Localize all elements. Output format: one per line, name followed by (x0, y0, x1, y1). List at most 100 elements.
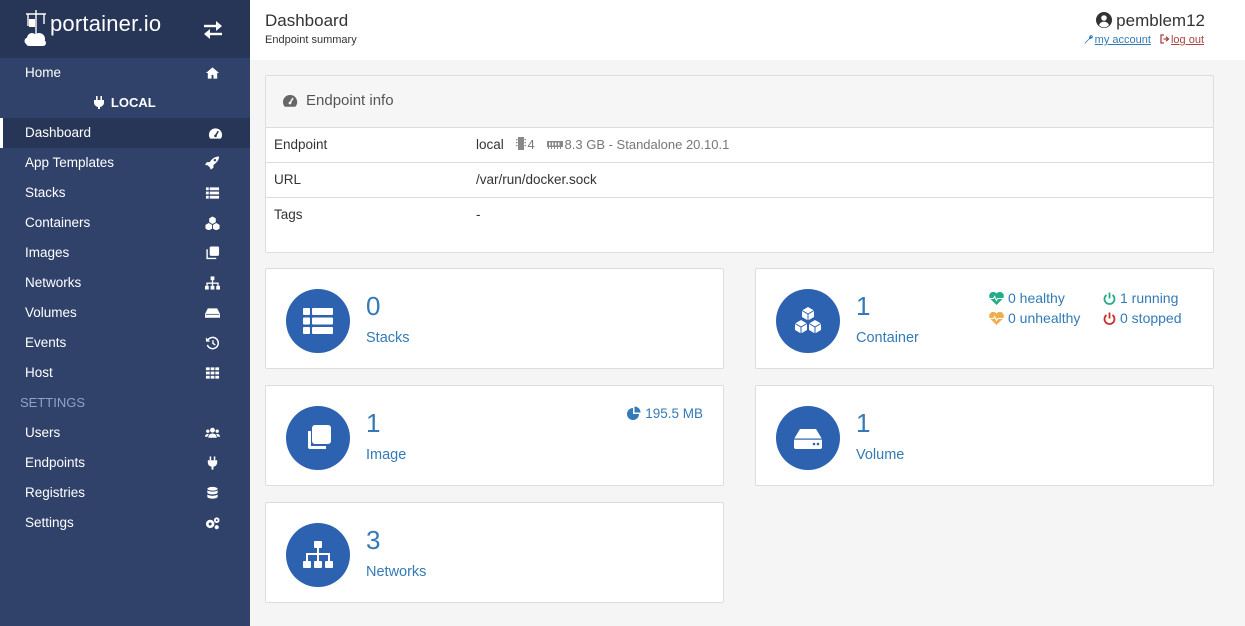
th-icon (205, 367, 220, 379)
power-off-icon (1103, 312, 1116, 325)
tags-row: Tags - (266, 198, 1213, 233)
volumes-label: Volume (856, 447, 905, 463)
sidebar-item-label: Events (25, 335, 67, 350)
sitemap-icon (205, 276, 220, 290)
home-icon (205, 67, 220, 79)
sidebar-item-label: Stacks (25, 185, 66, 200)
panel-title: Endpoint info (306, 92, 394, 109)
hdd-icon (205, 308, 220, 318)
url-value: /var/run/docker.sock (476, 172, 597, 187)
cubes-icon (205, 216, 220, 230)
top-header: Dashboard Endpoint summary pemblem12 my … (250, 0, 1245, 60)
page-subtitle: Endpoint summary (265, 34, 357, 46)
endpoint-value: local 4 8.3 GB - Standalone 20.10.1 (476, 137, 729, 152)
brand-bar: portainer.io (0, 0, 250, 58)
exchange-icon[interactable] (202, 20, 224, 40)
sidebar: portainer.io Home LOCAL Dashboard App Te… (0, 0, 250, 626)
stopped-status: 0 stopped (1103, 310, 1182, 326)
images-widget[interactable]: 1 Image 195.5 MB (265, 385, 724, 486)
microchip-icon (515, 137, 526, 150)
plug-icon (207, 456, 218, 470)
stacks-icon-circle (286, 289, 350, 353)
sidebar-item-home[interactable]: Home (0, 58, 250, 88)
sidebar-item-settings[interactable]: Settings (0, 508, 250, 538)
sidebar-item-stacks[interactable]: Stacks (0, 178, 250, 208)
sidebar-item-networks[interactable]: Networks (0, 268, 250, 298)
volumes-widget[interactable]: 1 Volume (755, 385, 1214, 486)
sidebar-item-volumes[interactable]: Volumes (0, 298, 250, 328)
endpoint-label: Endpoint (274, 137, 328, 152)
my-account-link[interactable]: my account (1084, 34, 1151, 46)
tachometer-icon (208, 128, 223, 139)
tachometer-icon (283, 94, 298, 107)
sidebar-item-label: Home (25, 65, 62, 80)
images-size: 195.5 MB (627, 406, 703, 421)
sidebar-item-containers[interactable]: Containers (0, 208, 250, 238)
sidebar-item-endpoints[interactable]: Endpoints (0, 448, 250, 478)
clone-icon (206, 246, 220, 260)
clone-icon (308, 425, 331, 449)
sidebar-item-registries[interactable]: Registries (0, 478, 250, 508)
cubes-icon (794, 307, 822, 334)
volumes-icon-circle (776, 406, 840, 470)
sidebar-item-label: Images (25, 245, 70, 260)
memory-icon (546, 141, 563, 149)
url-row: URL /var/run/docker.sock (266, 163, 1213, 198)
heartbeat-icon (989, 311, 1004, 325)
database-icon (207, 486, 218, 499)
containers-count: 1 (856, 291, 871, 321)
sidebar-endpoint-title: LOCAL (0, 88, 250, 118)
sidebar-item-label: Host (25, 365, 53, 380)
wrench-icon (1084, 34, 1093, 44)
sidebar-item-images[interactable]: Images (0, 238, 250, 268)
networks-widget[interactable]: 3 Networks (265, 502, 724, 603)
rocket-icon (205, 156, 220, 170)
images-label: Image (366, 447, 407, 463)
containers-label: Container (856, 330, 919, 346)
url-label: URL (274, 172, 302, 187)
networks-label: Networks (366, 564, 427, 580)
sidebar-item-label: Networks (25, 275, 82, 290)
images-icon-circle (286, 406, 350, 470)
endpoint-name: LOCAL (110, 95, 156, 110)
sidebar-item-label: Users (25, 425, 61, 440)
sign-out-icon (1160, 34, 1170, 44)
hdd-icon (794, 429, 822, 449)
sidebar-item-users[interactable]: Users (0, 418, 250, 448)
portainer-logo-icon[interactable] (24, 8, 48, 48)
volumes-count: 1 (856, 408, 871, 438)
user-links: my account log out (1078, 34, 1204, 46)
log-out-link[interactable]: log out (1160, 34, 1204, 46)
sidebar-item-label: Settings (25, 515, 74, 530)
tags-label: Tags (274, 207, 303, 222)
user-circle-icon (1096, 12, 1113, 28)
sidebar-item-app-templates[interactable]: App Templates (0, 148, 250, 178)
endpoint-info-panel: Endpoint info Endpoint local 4 8.3 GB - … (265, 75, 1214, 253)
tags-value: - (476, 207, 481, 222)
healthy-status: 0 healthy (989, 290, 1065, 306)
pie-chart-icon (627, 406, 641, 420)
page-title: Dashboard (265, 11, 349, 30)
stacks-widget[interactable]: 0 Stacks (265, 268, 724, 369)
sidebar-nav: Home LOCAL Dashboard App Templates Stack… (0, 58, 250, 538)
brand-name[interactable]: portainer.io (50, 11, 161, 37)
plug-icon (94, 96, 105, 109)
endpoint-row: Endpoint local 4 8.3 GB - Standalone 20.… (266, 128, 1213, 163)
sidebar-item-label: Endpoints (25, 455, 86, 470)
networks-icon-circle (286, 523, 350, 587)
containers-widget[interactable]: 1 Container 0 healthy 0 unhealthy 1 runn… (755, 268, 1214, 369)
networks-count: 3 (366, 525, 381, 555)
sidebar-item-host[interactable]: Host (0, 358, 250, 388)
users-icon (205, 427, 220, 438)
containers-icon-circle (776, 289, 840, 353)
unhealthy-status: 0 unhealthy (989, 310, 1080, 326)
sidebar-item-label: Registries (25, 485, 86, 500)
th-list-icon (303, 308, 333, 334)
power-off-icon (1103, 292, 1116, 305)
sidebar-item-label: Dashboard (25, 125, 92, 140)
th-list-icon (205, 187, 220, 199)
sidebar-item-events[interactable]: Events (0, 328, 250, 358)
sidebar-item-dashboard[interactable]: Dashboard (0, 118, 250, 148)
heartbeat-icon (989, 291, 1004, 305)
images-count: 1 (366, 408, 381, 438)
